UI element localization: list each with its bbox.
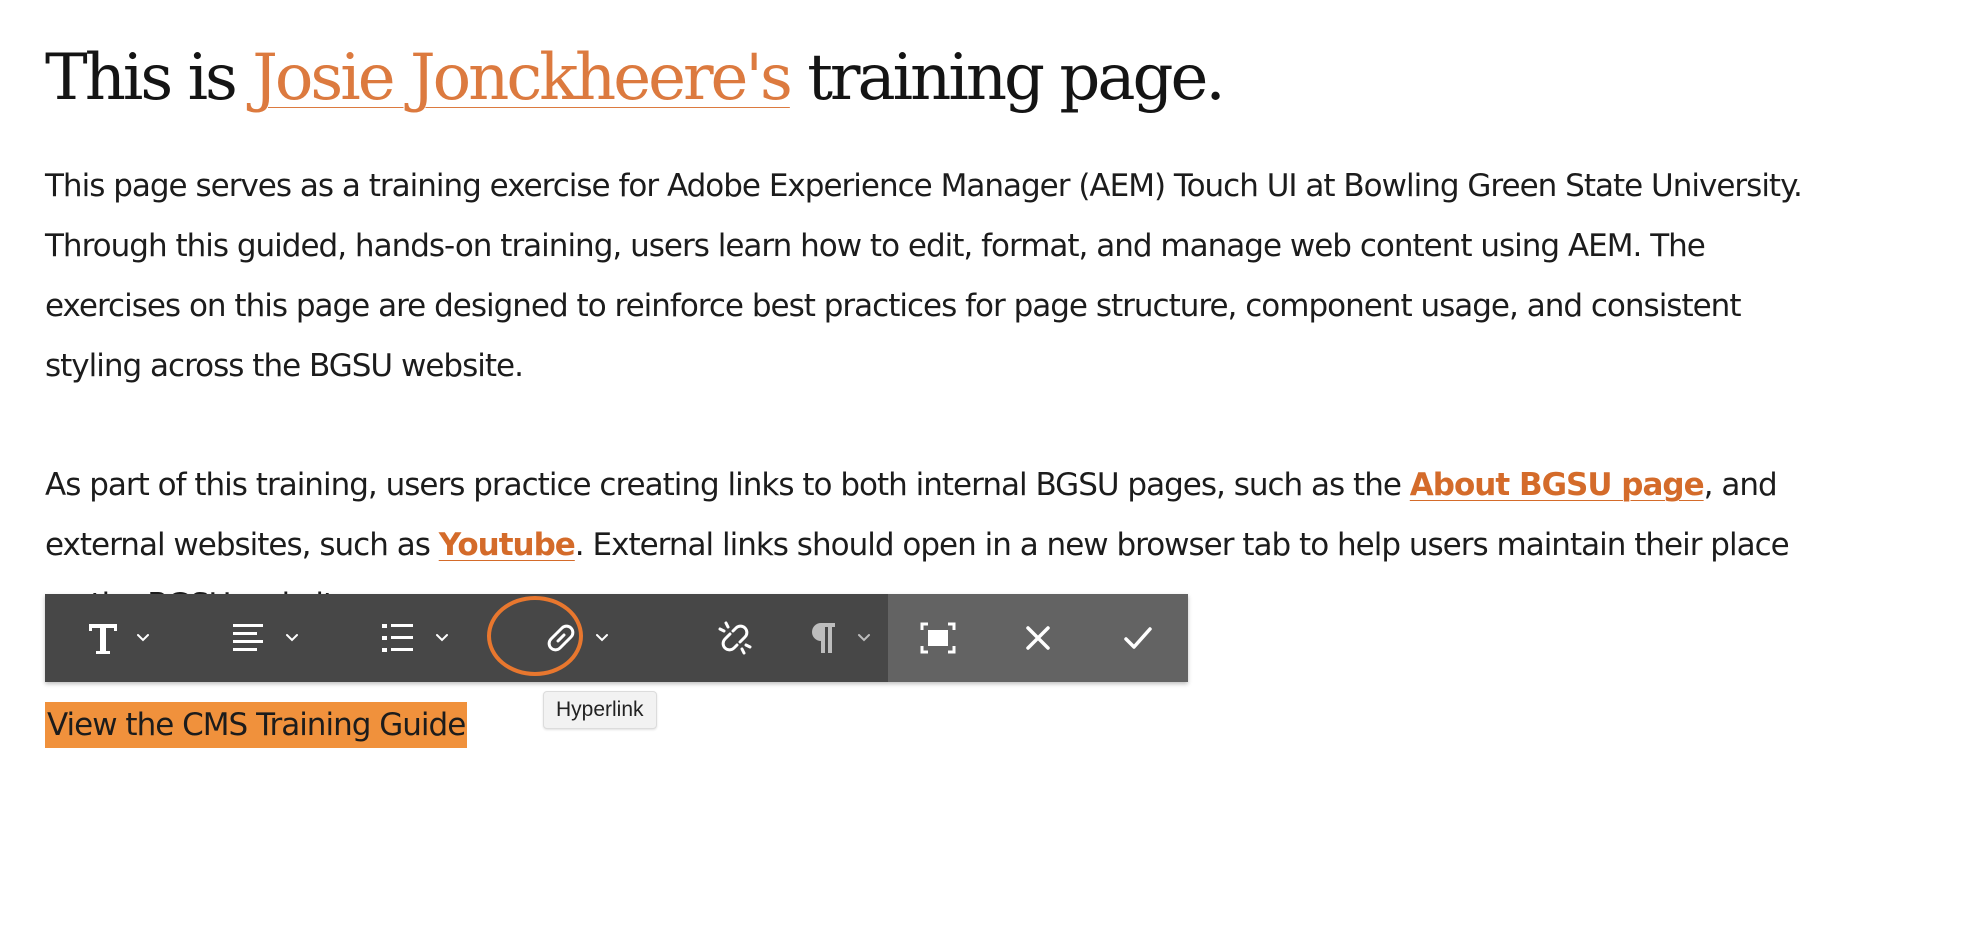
link-icon	[542, 619, 580, 657]
text-run: . External links should open in a new br…	[574, 527, 1790, 563]
unlink-button[interactable]	[685, 594, 785, 682]
rte-toolbar	[45, 594, 1188, 682]
fullscreen-icon	[920, 622, 956, 654]
about-bgsu-link[interactable]: About BGSU page	[1410, 467, 1705, 503]
list-button[interactable]	[365, 594, 465, 682]
text-run: As part of this training, users practice…	[45, 467, 1410, 503]
align-left-icon	[230, 621, 266, 655]
hyperlink-tooltip: Hyperlink	[543, 691, 657, 729]
cancel-button[interactable]	[988, 594, 1088, 682]
text-format-icon	[83, 618, 123, 658]
links-line-1: As part of this training, users practice…	[45, 455, 1789, 515]
text-run: , and	[1703, 467, 1778, 503]
paragraph-format-button[interactable]	[790, 594, 890, 682]
unlink-icon	[716, 619, 754, 657]
pilcrow-icon	[808, 619, 838, 657]
intro-line: This page serves as a training exercise …	[45, 168, 1803, 204]
text-format-button[interactable]	[67, 594, 167, 682]
text-run: external websites, such as	[45, 527, 439, 563]
toolbar-action-group	[888, 594, 1188, 682]
list-icon	[380, 621, 416, 655]
chevron-down-icon	[594, 633, 610, 643]
fullscreen-button[interactable]	[888, 594, 988, 682]
intro-line: Through this guided, hands-on training, …	[45, 228, 1706, 264]
links-line-2: external websites, such as Youtube. Exte…	[45, 515, 1790, 575]
hyperlink-button[interactable]	[515, 594, 665, 682]
close-icon	[1023, 623, 1053, 653]
author-link[interactable]: Josie Jonckheere's	[252, 41, 793, 115]
chevron-down-icon	[434, 633, 450, 643]
cms-guide-text-selected[interactable]: View the CMS Training Guide	[45, 702, 468, 748]
intro-line: styling across the BGSU website.	[45, 348, 524, 384]
page-title: This is Josie Jonckheere's training page…	[45, 38, 1226, 118]
chevron-down-icon	[856, 633, 872, 643]
save-button[interactable]	[1088, 594, 1188, 682]
intro-paragraph: This page serves as a training exercise …	[45, 156, 1803, 396]
toolbar-format-group	[45, 594, 888, 682]
checkmark-icon	[1122, 624, 1154, 652]
title-prefix: This is	[45, 41, 253, 115]
links-paragraph: As part of this training, users practice…	[45, 455, 1790, 623]
youtube-link[interactable]: Youtube	[439, 527, 576, 563]
title-suffix: training page.	[789, 41, 1225, 115]
justify-button[interactable]	[215, 594, 315, 682]
intro-line: exercises on this page are designed to r…	[45, 288, 1741, 324]
chevron-down-icon	[284, 633, 300, 643]
chevron-down-icon	[135, 633, 151, 643]
